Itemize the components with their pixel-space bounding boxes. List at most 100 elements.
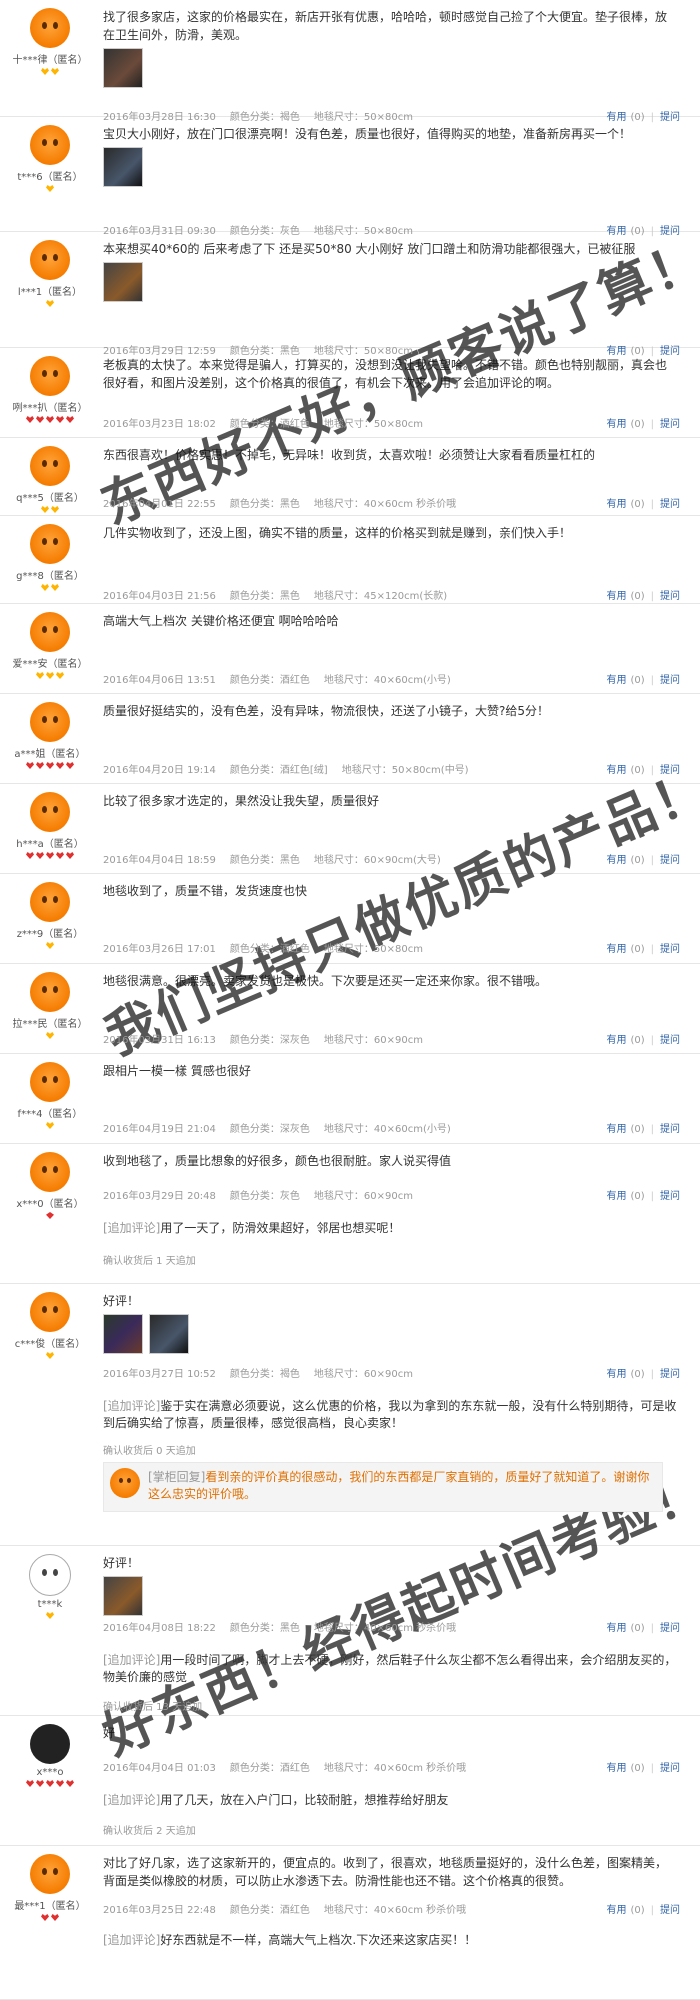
heart-icon xyxy=(36,852,44,859)
review-meta: 2016年03月25日 22:48 颜色分类：酒红色 地毯尺寸：40×60cm 秒杀… xyxy=(103,1904,678,1918)
ask-button[interactable]: 提问 xyxy=(660,346,680,357)
credit-badges xyxy=(0,584,100,594)
color-label: 颜色分类： xyxy=(229,855,280,866)
ask-button[interactable]: 提问 xyxy=(660,499,680,510)
review-text: 收到地毯了，质量比想象的好很多，颜色也很耐脏。家人说买得值 xyxy=(103,1154,452,1168)
review-photos xyxy=(103,1314,678,1354)
review-text: 找了很多家店，这家的价格最实在，新店开张有优惠，哈哈哈，顿时感觉自己捡了个大便宜… xyxy=(103,10,668,42)
review-date: 2016年03月27日 10:52 xyxy=(103,1369,216,1380)
heart-icon xyxy=(51,506,59,513)
color-category: 颜色分类：黑色 xyxy=(230,591,300,602)
useful-button[interactable]: 有用 xyxy=(606,1124,626,1135)
size-value: 45×120cm(长款) xyxy=(363,591,448,602)
avatar[interactable] xyxy=(30,1062,70,1102)
reviewer: 爱***安（匿名） xyxy=(0,612,100,682)
avatar[interactable] xyxy=(30,792,70,832)
heart-icon xyxy=(41,68,49,75)
useful-button[interactable]: 有用 xyxy=(606,1623,626,1634)
heart-icon xyxy=(56,416,64,423)
review-date: 2016年04月06日 13:51 xyxy=(103,675,216,686)
followup-text: 用了几天，放在入户门口，比较耐脏，想推荐给好朋友 xyxy=(160,1793,449,1807)
avatar[interactable] xyxy=(30,446,70,486)
size-value: 40×60cm 秒杀价哦 xyxy=(363,1623,457,1634)
useful-button[interactable]: 有用 xyxy=(606,944,626,955)
avatar[interactable] xyxy=(30,8,70,48)
size-label: 地毯尺寸： xyxy=(313,346,364,357)
size-category: 地毯尺寸：60×90cm xyxy=(314,1191,413,1202)
size-category: 地毯尺寸：50×80cm xyxy=(324,419,423,430)
useful-button[interactable]: 有用 xyxy=(606,1035,626,1046)
review-actions: 有用 (0) | 提问 xyxy=(606,590,680,604)
heart-icon xyxy=(26,416,34,423)
useful-button[interactable]: 有用 xyxy=(606,675,626,686)
avatar[interactable] xyxy=(30,356,70,396)
useful-button[interactable]: 有用 xyxy=(606,591,626,602)
avatar[interactable] xyxy=(30,612,70,652)
ask-button[interactable]: 提问 xyxy=(660,1369,680,1380)
avatar[interactable] xyxy=(30,1854,70,1894)
avatar[interactable] xyxy=(30,125,70,165)
followup-label: [追加评论] xyxy=(103,1653,161,1667)
avatar[interactable] xyxy=(30,524,70,564)
avatar[interactable] xyxy=(30,1724,70,1764)
ask-button[interactable]: 提问 xyxy=(660,675,680,686)
review-actions: 有用 (0) | 提问 xyxy=(606,1123,680,1137)
ask-button[interactable]: 提问 xyxy=(660,765,680,776)
review-meta: 2016年03月27日 10:52 颜色分类：褐色 地毯尺寸：60×90cm xyxy=(103,1368,678,1382)
reviewer: z***9（匿名） xyxy=(0,882,100,952)
useful-count: (0) xyxy=(630,1763,645,1774)
review-photo-thumbnail[interactable] xyxy=(103,1314,143,1354)
review-photo-thumbnail[interactable] xyxy=(103,262,143,302)
credit-badges xyxy=(0,1352,100,1362)
divider: | xyxy=(650,226,654,237)
review-meta: 2016年03月29日 12:59 颜色分类：黑色 地毯尺寸：50×80cm xyxy=(103,345,678,359)
ask-button[interactable]: 提问 xyxy=(660,944,680,955)
heart-icon xyxy=(66,416,74,423)
review-date: 2016年03月31日 09:30 xyxy=(103,226,216,237)
useful-button[interactable]: 有用 xyxy=(606,499,626,510)
ask-button[interactable]: 提问 xyxy=(660,419,680,430)
ask-button[interactable]: 提问 xyxy=(660,1124,680,1135)
useful-button[interactable]: 有用 xyxy=(606,226,626,237)
heart-icon xyxy=(51,1914,59,1921)
size-category: 地毯尺寸：60×90cm(大号) xyxy=(314,855,441,866)
avatar[interactable] xyxy=(29,1554,71,1596)
color-label: 颜色分类： xyxy=(229,112,280,123)
useful-button[interactable]: 有用 xyxy=(606,1763,626,1774)
useful-button[interactable]: 有用 xyxy=(606,1369,626,1380)
ask-button[interactable]: 提问 xyxy=(660,591,680,602)
ask-button[interactable]: 提问 xyxy=(660,1035,680,1046)
ask-button[interactable]: 提问 xyxy=(660,1905,680,1916)
ask-button[interactable]: 提问 xyxy=(660,1623,680,1634)
ask-button[interactable]: 提问 xyxy=(660,1191,680,1202)
useful-button[interactable]: 有用 xyxy=(606,346,626,357)
ask-button[interactable]: 提问 xyxy=(660,855,680,866)
review-photo-thumbnail[interactable] xyxy=(149,1314,189,1354)
useful-button[interactable]: 有用 xyxy=(606,419,626,430)
divider: | xyxy=(650,419,654,430)
useful-button[interactable]: 有用 xyxy=(606,1191,626,1202)
avatar[interactable] xyxy=(30,240,70,280)
avatar[interactable] xyxy=(30,1152,70,1192)
useful-button[interactable]: 有用 xyxy=(606,112,626,123)
avatar[interactable] xyxy=(30,1292,70,1332)
credit-badges xyxy=(0,672,100,682)
review-date: 2016年03月25日 22:48 xyxy=(103,1905,216,1916)
review-date: 2016年04月20日 19:14 xyxy=(103,765,216,776)
color-value: 酒红色 xyxy=(279,419,310,430)
avatar[interactable] xyxy=(30,702,70,742)
avatar[interactable] xyxy=(30,882,70,922)
review-photo-thumbnail[interactable] xyxy=(103,1576,143,1616)
useful-button[interactable]: 有用 xyxy=(606,855,626,866)
reviewer-name: t***6（匿名） xyxy=(17,172,83,183)
review-photo-thumbnail[interactable] xyxy=(103,147,143,187)
avatar[interactable] xyxy=(30,972,70,1012)
useful-button[interactable]: 有用 xyxy=(606,1905,626,1916)
ask-button[interactable]: 提问 xyxy=(660,112,680,123)
review-photo-thumbnail[interactable] xyxy=(103,48,143,88)
useful-button[interactable]: 有用 xyxy=(606,765,626,776)
size-category: 地毯尺寸：40×60cm(小号) xyxy=(324,1124,451,1135)
ask-button[interactable]: 提问 xyxy=(660,1763,680,1774)
ask-button[interactable]: 提问 xyxy=(660,226,680,237)
size-label: 地毯尺寸： xyxy=(323,675,374,686)
